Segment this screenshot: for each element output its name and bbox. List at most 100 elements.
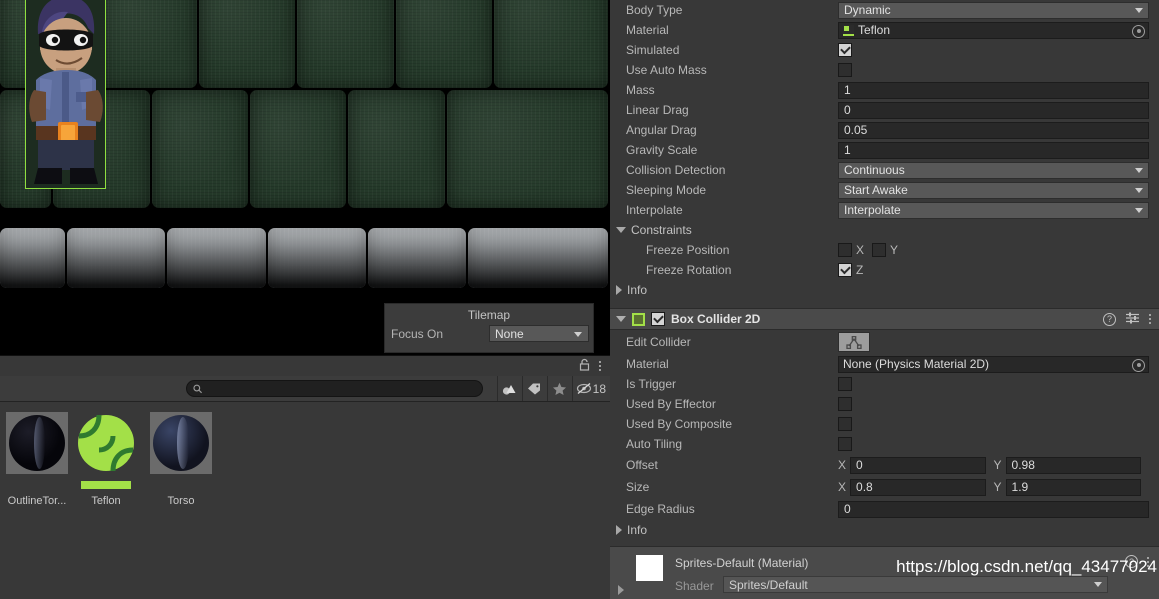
freeze-position-x-label: X	[856, 243, 865, 257]
property-row-edge-radius[interactable]: Edge Radius 0	[610, 498, 1159, 520]
focus-on-dropdown[interactable]: None	[489, 325, 589, 342]
property-row-interpolate[interactable]: Interpolate Interpolate	[610, 200, 1159, 220]
chevron-down-icon	[1094, 582, 1102, 587]
object-picker-icon[interactable]	[1132, 24, 1145, 38]
project-asset-grid[interactable]: OutlineTor... Teflon Torso	[0, 402, 610, 599]
property-label: Collision Detection	[626, 163, 726, 177]
angular-drag-input[interactable]: 0.05	[838, 121, 1149, 139]
property-row-simulated[interactable]: Simulated	[610, 40, 1159, 60]
size-x-label: X	[838, 480, 847, 494]
property-row-used-by-composite[interactable]: Used By Composite	[610, 414, 1159, 434]
property-label: Material	[626, 357, 669, 371]
tilemap-focus-popup[interactable]: Tilemap Focus On None	[384, 303, 594, 353]
tile-row-light	[0, 228, 610, 288]
chevron-down-icon	[1135, 207, 1143, 213]
collider-material-field[interactable]: None (Physics Material 2D)	[838, 355, 1149, 373]
offset-y-input[interactable]: 0.98	[1005, 456, 1141, 474]
sleeping-mode-value: Start Awake	[844, 183, 908, 197]
scene-view[interactable]: Tilemap Focus On None	[0, 0, 610, 355]
property-row-freeze-rotation[interactable]: Freeze Rotation Z	[610, 260, 1159, 280]
triangle-down-icon	[616, 227, 626, 233]
hidden-packages-toggle[interactable]: 18	[571, 376, 610, 401]
property-row-material[interactable]: Material Teflon	[610, 20, 1159, 40]
edge-radius-input[interactable]: 0	[838, 500, 1149, 518]
property-row-freeze-position[interactable]: Freeze Position X Y	[610, 240, 1159, 260]
left-column: Tilemap Focus On None 18 OutlineTor... T…	[0, 0, 610, 599]
property-label: Auto Tiling	[626, 437, 683, 451]
favorites-star-button[interactable]	[546, 376, 572, 401]
box-collider-enabled-checkbox[interactable]	[651, 312, 665, 326]
size-x-input[interactable]: 0.8	[850, 478, 986, 496]
box-collider-2d-header[interactable]: Box Collider 2D ?	[610, 308, 1159, 330]
object-picker-icon[interactable]	[1132, 358, 1145, 372]
used-by-composite-checkbox[interactable]	[838, 417, 852, 431]
property-label: Angular Drag	[626, 123, 697, 137]
property-row-used-by-effector[interactable]: Used By Effector	[610, 394, 1159, 414]
asset-thumbnail	[6, 412, 68, 474]
component-menu-icon[interactable]	[1149, 314, 1151, 324]
interpolate-value: Interpolate	[844, 203, 901, 217]
body-type-value: Dynamic	[844, 3, 891, 17]
used-by-effector-checkbox[interactable]	[838, 397, 852, 411]
property-label: Used By Composite	[626, 417, 733, 431]
triangle-down-icon[interactable]	[616, 316, 626, 322]
shader-dropdown[interactable]: Sprites/Default	[723, 576, 1108, 593]
property-row-collider-material[interactable]: Material None (Physics Material 2D)	[610, 354, 1159, 374]
property-row-size[interactable]: Size X 0.8 Y 1.9	[610, 476, 1159, 498]
property-row-is-trigger[interactable]: Is Trigger	[610, 374, 1159, 394]
collider-info-foldout[interactable]: Info	[610, 520, 1159, 540]
constraints-foldout[interactable]: Constraints	[610, 220, 1159, 240]
search-input[interactable]	[206, 382, 482, 395]
asset-item[interactable]: OutlineTor...	[0, 412, 74, 507]
property-label: Edge Radius	[626, 502, 695, 516]
eye-off-icon	[576, 382, 591, 395]
body-type-dropdown[interactable]: Dynamic	[838, 1, 1149, 19]
sleeping-mode-dropdown[interactable]: Start Awake	[838, 181, 1149, 199]
offset-x-input[interactable]: 0	[850, 456, 986, 474]
mass-input[interactable]: 1	[838, 81, 1149, 99]
property-row-auto-tiling[interactable]: Auto Tiling	[610, 434, 1159, 454]
collision-detection-value: Continuous	[844, 163, 905, 177]
rigidbody-info-foldout[interactable]: Info	[610, 280, 1159, 300]
auto-tiling-checkbox[interactable]	[838, 437, 852, 451]
property-label: Simulated	[626, 43, 680, 57]
rigidbody-material-field[interactable]: Teflon	[838, 21, 1149, 39]
tilemap-popup-title: Tilemap	[467, 308, 511, 322]
property-row-edit-collider[interactable]: Edit Collider	[610, 330, 1159, 354]
property-row-sleeping-mode[interactable]: Sleeping Mode Start Awake	[610, 180, 1159, 200]
collision-detection-dropdown[interactable]: Continuous	[838, 161, 1149, 179]
project-panel-menu-icon[interactable]	[599, 361, 601, 371]
freeze-position-y-checkbox[interactable]	[872, 243, 887, 257]
interpolate-dropdown[interactable]: Interpolate	[838, 201, 1149, 219]
property-row-linear-drag[interactable]: Linear Drag 0	[610, 100, 1159, 120]
rigidbody-info-label: Info	[627, 283, 648, 297]
property-label: Gravity Scale	[626, 143, 698, 157]
property-row-offset[interactable]: Offset X 0 Y 0.98	[610, 454, 1159, 476]
filter-by-label-button[interactable]	[521, 376, 547, 401]
filter-by-type-button[interactable]	[496, 376, 522, 401]
is-trigger-checkbox[interactable]	[838, 377, 852, 391]
freeze-position-x-checkbox[interactable]	[838, 243, 852, 257]
preset-icon[interactable]	[1126, 312, 1139, 327]
property-label: Use Auto Mass	[626, 63, 707, 77]
selected-sprite-collider-gizmo[interactable]	[25, 0, 106, 189]
linear-drag-input[interactable]: 0	[838, 101, 1149, 119]
size-y-input[interactable]: 1.9	[1005, 478, 1141, 496]
property-row-mass[interactable]: Mass 1	[610, 80, 1159, 100]
property-row-gravity-scale[interactable]: Gravity Scale 1	[610, 140, 1159, 160]
property-row-body-type[interactable]: Body Type Dynamic	[610, 0, 1159, 20]
property-row-collision-detection[interactable]: Collision Detection Continuous	[610, 160, 1159, 180]
property-row-angular-drag[interactable]: Angular Drag 0.05	[610, 120, 1159, 140]
freeze-rotation-z-checkbox[interactable]	[838, 263, 852, 277]
edit-collider-button[interactable]	[838, 332, 870, 352]
simulated-checkbox[interactable]	[838, 43, 852, 57]
gravity-scale-input[interactable]: 1	[838, 141, 1149, 159]
asset-item[interactable]: Torso	[144, 412, 218, 507]
lock-icon[interactable]	[579, 358, 590, 374]
asset-item[interactable]: Teflon	[69, 412, 143, 507]
use-auto-mass-checkbox[interactable]	[838, 63, 852, 77]
project-search-box[interactable]	[186, 380, 483, 397]
property-row-use-auto-mass[interactable]: Use Auto Mass	[610, 60, 1159, 80]
help-icon[interactable]: ?	[1103, 312, 1116, 326]
triangle-right-icon[interactable]	[618, 585, 624, 595]
